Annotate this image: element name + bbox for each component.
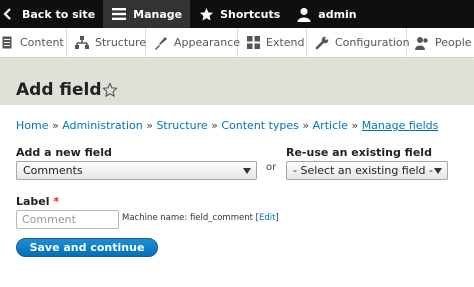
- breadcrumb-manage-fields[interactable]: Manage fields: [362, 119, 439, 132]
- field-label-text: Label: [16, 195, 50, 208]
- breadcrumb-structure[interactable]: Structure: [156, 119, 207, 132]
- tray-item-label: Appearance: [174, 36, 241, 49]
- tray-item-configuration[interactable]: Configuration: [307, 28, 410, 57]
- tray-item-label: Structure: [95, 36, 147, 49]
- user-tab[interactable]: admin: [288, 0, 364, 28]
- breadcrumb-separator: »: [302, 119, 313, 132]
- manage-tab[interactable]: Manage: [103, 0, 191, 28]
- tray-item-people[interactable]: People: [407, 28, 474, 57]
- breadcrumb-separator: »: [211, 119, 222, 132]
- star-icon: [198, 6, 214, 22]
- reuse-field-label: Re-use an existing field: [286, 146, 432, 159]
- structure-icon: [75, 36, 89, 50]
- appearance-icon: [154, 36, 168, 50]
- new-field-select-value: Comments: [23, 164, 83, 177]
- field-label-input[interactable]: Comment: [16, 210, 119, 229]
- breadcrumb-separator: »: [51, 119, 63, 132]
- people-icon: [415, 36, 429, 50]
- tray-item-extend[interactable]: Extend: [238, 28, 307, 57]
- breadcrumb-separator: »: [146, 119, 157, 132]
- breadcrumb: Home » Administration » Structure » Cont…: [16, 119, 438, 132]
- add-to-shortcuts-star-icon[interactable]: [102, 82, 118, 98]
- required-marker: *: [53, 195, 60, 208]
- field-label-input-value: Comment: [22, 213, 76, 226]
- machine-name-text: Machine name: field_comment [: [122, 213, 259, 223]
- manage-label: Manage: [133, 7, 183, 21]
- dropdown-arrow-icon: [434, 168, 442, 174]
- extend-icon: [246, 36, 260, 50]
- machine-name-edit-link[interactable]: Edit: [259, 213, 275, 223]
- user-icon: [296, 6, 312, 22]
- admin-menu-tray: Content Structure Appearance Extend Conf…: [0, 28, 474, 58]
- tray-item-label: People: [435, 36, 472, 49]
- content-icon: [0, 36, 14, 50]
- new-field-label: Add a new field: [16, 146, 112, 159]
- tray-item-label: Configuration: [335, 36, 410, 49]
- save-and-continue-button[interactable]: Save and continue: [16, 238, 158, 257]
- dropdown-arrow-icon: [243, 168, 251, 174]
- breadcrumb-administration[interactable]: Administration: [62, 119, 143, 132]
- tray-item-content[interactable]: Content: [0, 28, 67, 57]
- page-title: Add field: [16, 80, 102, 100]
- tray-item-appearance[interactable]: Appearance: [146, 28, 241, 57]
- chevron-left-icon: [0, 6, 16, 22]
- breadcrumb-article[interactable]: Article: [313, 119, 348, 132]
- wrench-icon: [315, 36, 329, 50]
- shortcuts-label: Shortcuts: [220, 7, 281, 21]
- or-separator: or: [266, 162, 277, 173]
- back-to-site-link[interactable]: Back to site: [0, 0, 95, 28]
- menu-icon: [111, 6, 127, 22]
- machine-name: Machine name: field_comment [Edit]: [122, 213, 279, 223]
- back-to-site-label: Back to site: [22, 7, 96, 21]
- new-field-select[interactable]: Comments: [16, 161, 257, 180]
- machine-name-suffix: ]: [275, 213, 279, 223]
- tray-item-label: Extend: [266, 36, 305, 49]
- tray-item-label: Content: [20, 36, 64, 49]
- breadcrumb-home[interactable]: Home: [16, 119, 48, 132]
- reuse-field-select-value: - Select an existing field -: [293, 164, 433, 177]
- reuse-field-select[interactable]: - Select an existing field -: [286, 161, 448, 180]
- shortcuts-tab[interactable]: Shortcuts: [190, 0, 288, 28]
- tray-item-structure[interactable]: Structure: [67, 28, 146, 57]
- breadcrumb-separator: »: [351, 119, 362, 132]
- admin-toolbar: Back to site Manage Shortcuts admin: [0, 0, 474, 28]
- breadcrumb-content-types[interactable]: Content types: [221, 119, 299, 132]
- user-label: admin: [318, 7, 357, 21]
- field-label-label: Label *: [16, 195, 59, 208]
